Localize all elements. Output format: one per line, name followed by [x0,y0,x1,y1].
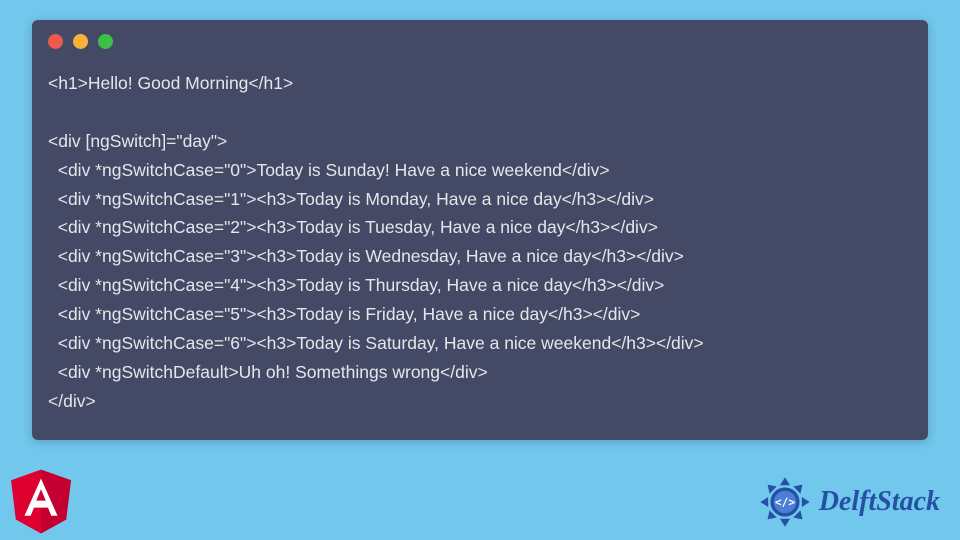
code-line [48,98,912,127]
delftstack-logo: </> DelftStack [757,474,940,530]
code-block: <h1>Hello! Good Morning</h1> <div [ngSwi… [32,59,928,440]
code-line: <div *ngSwitchCase="0">Today is Sunday! … [48,156,912,185]
minimize-dot-icon [73,34,88,49]
code-window: <h1>Hello! Good Morning</h1> <div [ngSwi… [32,20,928,440]
code-line: <div *ngSwitchDefault>Uh oh! Somethings … [48,358,912,387]
code-line: <div *ngSwitchCase="5"><h3>Today is Frid… [48,300,912,329]
angular-logo-icon [6,464,76,534]
code-line: <div *ngSwitchCase="4"><h3>Today is Thur… [48,271,912,300]
code-line: </div> [48,387,912,416]
svg-text:</>: </> [775,496,795,509]
delftstack-badge-icon: </> [757,474,813,530]
code-line: <div [ngSwitch]="day"> [48,127,912,156]
code-line: <div *ngSwitchCase="2"><h3>Today is Tues… [48,213,912,242]
window-titlebar [32,20,928,59]
code-line: <div *ngSwitchCase="1"><h3>Today is Mond… [48,185,912,214]
maximize-dot-icon [98,34,113,49]
delftstack-text: DelftStack [819,486,940,518]
code-line: <div *ngSwitchCase="3"><h3>Today is Wedn… [48,242,912,271]
code-line: <div *ngSwitchCase="6"><h3>Today is Satu… [48,329,912,358]
close-dot-icon [48,34,63,49]
code-line: <h1>Hello! Good Morning</h1> [48,69,912,98]
